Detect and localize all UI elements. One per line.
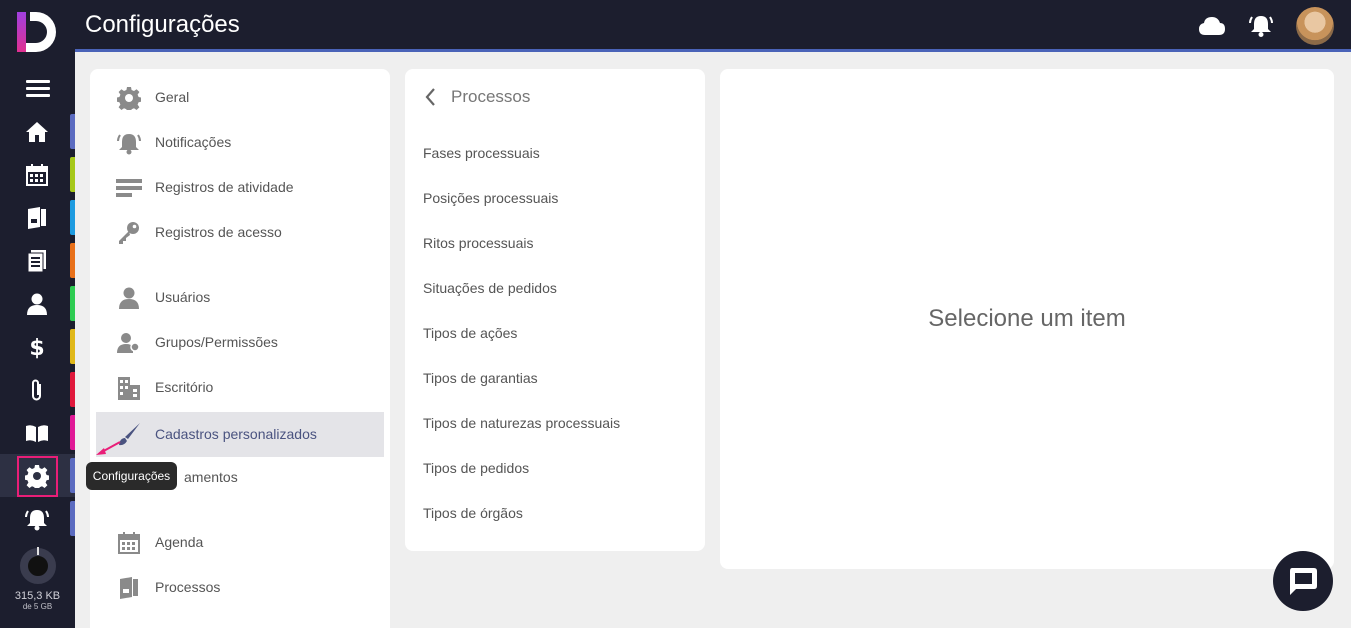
rail-stripe xyxy=(70,372,75,407)
back-label: Processos xyxy=(451,87,531,106)
rail-stripe xyxy=(70,114,75,149)
folder-icon xyxy=(116,575,142,601)
menu-item-usuarios[interactable]: Usuários xyxy=(96,275,384,320)
chat-icon xyxy=(1290,568,1317,595)
tooltip: Configurações xyxy=(86,462,177,490)
submenu-item[interactable]: Tipos de naturezas processuais xyxy=(423,408,693,438)
users-icon xyxy=(116,330,142,356)
submenu-item[interactable]: Situações de pedidos xyxy=(423,273,693,303)
menu-item-processos[interactable]: Processos xyxy=(96,565,384,610)
menu-item-label: Cadastros personalizados xyxy=(155,426,317,442)
menu-item-grupos-permissoes[interactable]: Grupos/Permissões xyxy=(96,320,384,365)
menu-item-registros-atividade[interactable]: Registros de atividade xyxy=(96,165,384,210)
detail-panel: Selecione um item xyxy=(720,69,1334,569)
calendar-icon xyxy=(116,530,142,556)
cloud-icon[interactable] xyxy=(1198,13,1226,39)
menu-item-label: Escritório xyxy=(155,379,214,395)
menu-item-geral[interactable]: Geral xyxy=(96,75,384,120)
submenu-item[interactable]: Ritos processuais xyxy=(423,228,693,258)
menu-item-registros-acesso[interactable]: Registros de acesso xyxy=(96,210,384,255)
menu-item-label: Registros de acesso xyxy=(155,224,282,240)
menu-item-label: Geral xyxy=(155,89,190,105)
key-icon xyxy=(116,220,142,246)
list-icon xyxy=(116,175,142,201)
storage-total: de 5 GB xyxy=(22,602,53,611)
storage-ring xyxy=(19,547,56,584)
menu-item-label: Processos xyxy=(155,579,221,595)
menu-item-label: Notificações xyxy=(155,134,232,150)
rail-calendar[interactable] xyxy=(0,153,75,196)
rail-stripe xyxy=(70,329,75,364)
building-icon xyxy=(116,375,142,401)
gear-icon xyxy=(116,85,142,111)
document-icon xyxy=(24,249,50,273)
left-rail: $ 315,3 KB de 5 GB xyxy=(0,0,75,628)
menu-item-notificacoes[interactable]: Notificações xyxy=(96,120,384,165)
rail-documents[interactable] xyxy=(0,239,75,282)
submenu-item[interactable]: Tipos de ações xyxy=(423,318,693,348)
rail-contacts[interactable] xyxy=(0,282,75,325)
menu-item-label: Registros de atividade xyxy=(155,179,294,195)
submenu-item[interactable]: Posições processuais xyxy=(423,183,693,213)
menu-item-label: Grupos/Permissões xyxy=(155,334,278,350)
menu-item-agenda[interactable]: Agenda xyxy=(96,520,384,565)
menu-item-label: Agenda xyxy=(155,534,204,550)
settings-menu-panel: Geral Notificações Registros de atividad… xyxy=(90,69,390,628)
menu-item-label: Usuários xyxy=(155,289,211,305)
rail-stripe xyxy=(70,200,75,235)
rail-stripe xyxy=(70,243,75,278)
user-icon xyxy=(24,292,50,316)
rail-attachments[interactable] xyxy=(0,368,75,411)
submenu-item[interactable]: Fases processuais xyxy=(423,138,693,168)
top-bar: Configurações xyxy=(75,0,1351,52)
rail-settings[interactable] xyxy=(0,454,75,497)
bell-icon xyxy=(116,130,142,156)
chevron-left-icon xyxy=(425,88,435,106)
user-avatar[interactable] xyxy=(1296,7,1334,45)
folder-icon xyxy=(24,206,50,230)
home-icon xyxy=(24,120,50,144)
storage-indicator: 315,3 KB de 5 GB xyxy=(0,547,75,611)
menu-toggle-button[interactable] xyxy=(26,80,50,98)
storage-used: 315,3 KB xyxy=(14,590,61,602)
menu-item-label: amentos xyxy=(184,469,238,485)
rail-notifications[interactable] xyxy=(0,497,75,540)
book-icon xyxy=(24,421,50,445)
user-icon xyxy=(116,285,142,311)
bell-icon xyxy=(24,507,50,531)
submenu-panel: Processos Fases processuais Posições pro… xyxy=(405,69,705,551)
menu-item-escritorio[interactable]: Escritório xyxy=(96,365,384,410)
rail-home[interactable] xyxy=(0,110,75,153)
rail-stripe xyxy=(70,415,75,450)
focus-highlight xyxy=(17,456,58,497)
notifications-bell-icon[interactable] xyxy=(1247,13,1275,39)
menu-item-cadastros-personalizados[interactable]: Cadastros personalizados xyxy=(96,412,384,457)
rail-finance[interactable]: $ xyxy=(0,325,75,368)
app-logo[interactable] xyxy=(14,10,60,56)
dollar-icon: $ xyxy=(24,335,50,359)
rail-stripe xyxy=(70,458,75,493)
svg-text:$: $ xyxy=(29,336,44,359)
rail-library[interactable] xyxy=(0,411,75,454)
submenu-item[interactable]: Tipos de pedidos xyxy=(423,453,693,483)
chat-button[interactable] xyxy=(1273,551,1333,611)
paperclip-icon xyxy=(24,378,50,402)
rail-processes[interactable] xyxy=(0,196,75,239)
pointer-arrow-icon xyxy=(96,441,121,455)
submenu-item[interactable]: Tipos de órgãos xyxy=(423,498,693,528)
rail-stripe xyxy=(70,157,75,192)
submenu-item[interactable]: Tipos de garantias xyxy=(423,363,693,393)
calendar-icon xyxy=(24,163,50,187)
rail-stripe xyxy=(70,501,75,536)
rail-stripe xyxy=(70,286,75,321)
empty-state-text: Selecione um item xyxy=(928,305,1126,332)
back-button[interactable]: Processos xyxy=(423,85,530,109)
page-title: Configurações xyxy=(85,11,240,38)
